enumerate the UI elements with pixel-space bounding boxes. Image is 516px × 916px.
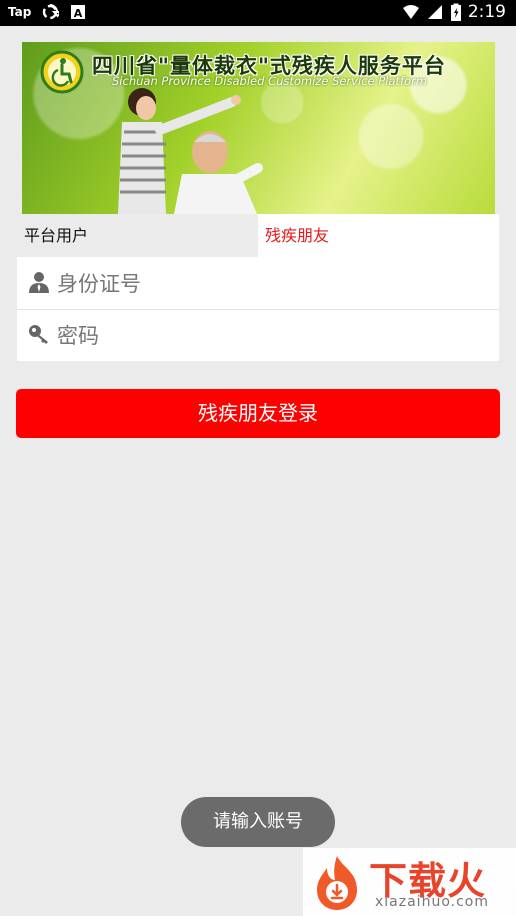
password-input[interactable] [55, 317, 479, 355]
carrier-label: Tap [8, 5, 32, 19]
watermark: 下载火 xiazaihuo.com [303, 848, 516, 916]
battery-icon [450, 3, 461, 21]
header-banner: 四川省"量体裁衣"式残疾人服务平台 Sichuan Province Disab… [22, 42, 495, 214]
sync-icon [43, 4, 60, 20]
login-form [17, 257, 499, 361]
id-number-row [17, 257, 499, 310]
toast-message: 请输入账号 [181, 797, 335, 847]
key-icon [29, 325, 48, 344]
flame-logo-icon [317, 856, 357, 910]
banner-photo-people [118, 88, 263, 214]
wifi-icon [402, 5, 419, 19]
login-button[interactable]: 残疾朋友登录 [16, 389, 500, 438]
tab-platform-user-label: 平台用户 [24, 226, 89, 245]
watermark-text-en: xiazaihuo.com [375, 894, 489, 910]
signal-icon [427, 5, 442, 19]
tab-disabled-friend-label: 残疾朋友 [265, 226, 330, 245]
tab-platform-user[interactable]: 平台用户 [17, 214, 258, 257]
tab-disabled-friend[interactable]: 残疾朋友 [258, 214, 499, 257]
text-a-icon: A [71, 5, 86, 20]
svg-text:A: A [74, 7, 83, 20]
status-bar: Tap A 2:19 [0, 0, 516, 26]
clock: 2:19 [467, 2, 506, 22]
login-type-tabs: 平台用户 残疾朋友 [17, 214, 499, 257]
id-number-input[interactable] [55, 265, 479, 303]
password-row [17, 309, 499, 361]
user-icon [29, 272, 49, 293]
disability-logo-icon [40, 50, 84, 94]
